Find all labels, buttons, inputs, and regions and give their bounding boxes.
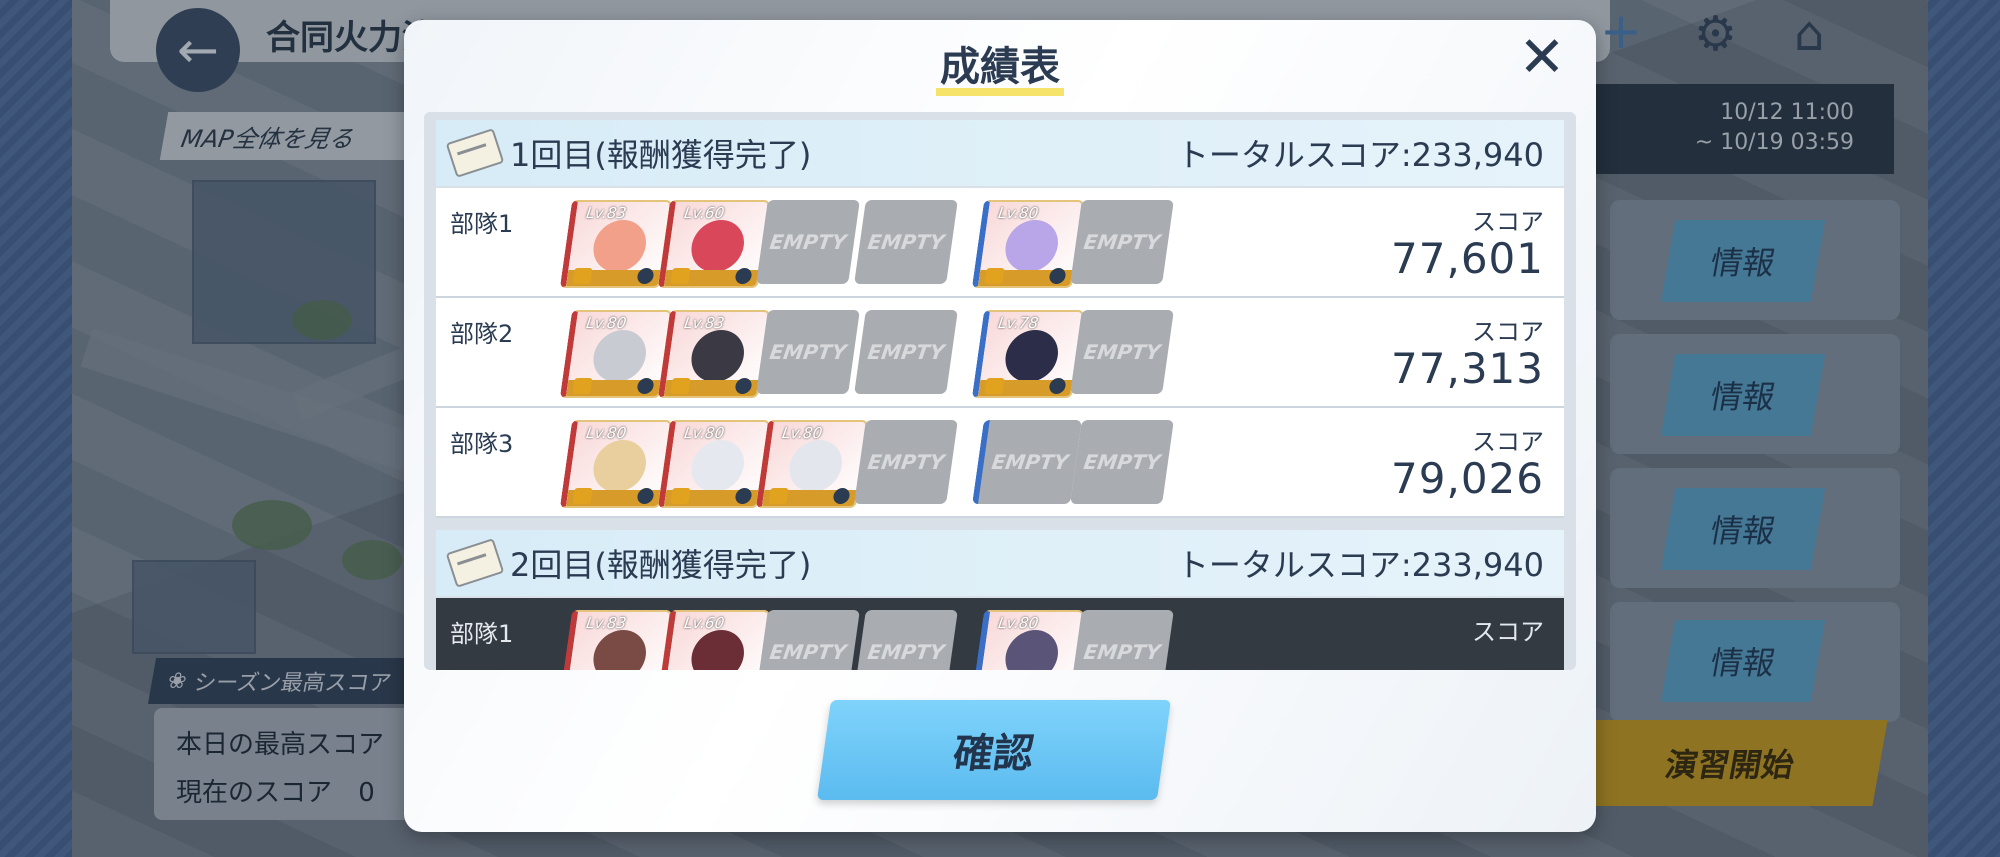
role-icon bbox=[670, 378, 691, 394]
confirm-button[interactable]: 確認 bbox=[816, 700, 1172, 800]
level-label: Lv.80 bbox=[997, 614, 1040, 632]
modal-title: 成績表 bbox=[940, 44, 1060, 90]
team-row: 部隊2 Lv.80 Lv.83 EMPTY EMPTY Lv.78 EMPTY スコア 77,3… bbox=[436, 298, 1564, 408]
empty-slot: EMPTY bbox=[1070, 200, 1174, 284]
character-portrait[interactable]: Lv.80 bbox=[971, 200, 1085, 288]
role-icon bbox=[572, 488, 593, 504]
team-score: 77,313 bbox=[1391, 344, 1544, 393]
level-label: Lv.78 bbox=[997, 314, 1040, 332]
round-header: 2回目(報酬獲得完了) トータルスコア:233,940 bbox=[436, 530, 1564, 596]
score-label: スコア bbox=[1472, 428, 1544, 456]
character-portrait[interactable]: Lv.80 bbox=[657, 420, 771, 508]
level-label: Lv.80 bbox=[997, 204, 1040, 222]
empty-slot: EMPTY bbox=[1070, 610, 1174, 670]
empty-slot: EMPTY bbox=[854, 420, 958, 504]
character-portrait[interactable]: Lv.80 bbox=[559, 310, 673, 398]
role-icon bbox=[572, 268, 593, 284]
character-face-icon bbox=[1002, 330, 1062, 382]
round-total-score: トータルスコア:233,940 bbox=[1176, 136, 1544, 174]
empty-slot: EMPTY bbox=[756, 310, 860, 394]
empty-slot: EMPTY bbox=[854, 200, 958, 284]
results-modal: 成績表 ✕ 1回目(報酬獲得完了) トータルスコア:233,940 部隊1 Lv.83… bbox=[404, 20, 1596, 832]
level-label: Lv.80 bbox=[781, 424, 824, 442]
round-total-score: トータルスコア:233,940 bbox=[1176, 546, 1544, 584]
score-label: スコア bbox=[1472, 208, 1544, 236]
level-label: Lv.83 bbox=[585, 204, 628, 222]
character-portrait[interactable]: Lv.80 bbox=[755, 420, 869, 508]
character-face-icon bbox=[688, 330, 748, 382]
character-face-icon bbox=[688, 220, 748, 272]
level-label: Lv.60 bbox=[683, 614, 726, 632]
team-name: 部隊2 bbox=[450, 320, 514, 348]
empty-slot: EMPTY bbox=[854, 610, 958, 670]
level-label: Lv.83 bbox=[585, 614, 628, 632]
character-portrait[interactable]: Lv.60 bbox=[657, 610, 771, 670]
empty-slot: EMPTY bbox=[1070, 310, 1174, 394]
empty-slot: EMPTY bbox=[1070, 420, 1174, 504]
character-face-icon bbox=[688, 630, 748, 670]
level-label: Lv.80 bbox=[683, 424, 726, 442]
role-icon bbox=[572, 378, 593, 394]
character-face-icon bbox=[1002, 220, 1062, 272]
level-label: Lv.60 bbox=[683, 204, 726, 222]
character-portrait[interactable]: Lv.60 bbox=[657, 200, 771, 288]
empty-slot: EMPTY bbox=[972, 420, 1082, 504]
round-title: 1回目(報酬獲得完了) bbox=[510, 136, 812, 174]
role-icon bbox=[670, 268, 691, 284]
level-label: Lv.80 bbox=[585, 314, 628, 332]
character-face-icon bbox=[688, 440, 748, 492]
confirm-label: 確認 bbox=[950, 731, 1037, 777]
team-name: 部隊1 bbox=[450, 620, 514, 648]
title-underline bbox=[936, 88, 1064, 96]
round-header: 1回目(報酬獲得完了) トータルスコア:233,940 bbox=[436, 120, 1564, 186]
character-portrait[interactable]: Lv.83 bbox=[559, 200, 673, 288]
character-portrait[interactable]: Lv.78 bbox=[971, 310, 1085, 398]
level-label: Lv.80 bbox=[585, 424, 628, 442]
team-name: 部隊3 bbox=[450, 430, 514, 458]
ticket-icon bbox=[445, 538, 505, 588]
role-icon bbox=[768, 488, 789, 504]
character-portrait[interactable]: Lv.83 bbox=[657, 310, 771, 398]
character-face-icon bbox=[590, 440, 650, 492]
character-face-icon bbox=[1002, 630, 1062, 670]
team-name: 部隊1 bbox=[450, 210, 514, 238]
empty-slot: EMPTY bbox=[854, 310, 958, 394]
score-label: スコア bbox=[1472, 318, 1544, 346]
character-face-icon bbox=[590, 630, 650, 670]
character-face-icon bbox=[786, 440, 846, 492]
team-score: 79,026 bbox=[1391, 454, 1544, 503]
ticket-icon bbox=[445, 128, 505, 178]
team-row: 部隊1 Lv.83 Lv.60 EMPTY EMPTY Lv.80 EMPTY スコア bbox=[436, 598, 1564, 670]
team-score: 77,601 bbox=[1391, 234, 1544, 283]
round-title: 2回目(報酬獲得完了) bbox=[510, 546, 812, 584]
role-icon bbox=[984, 268, 1005, 284]
team-row: 部隊1 Lv.83 Lv.60 EMPTY EMPTY Lv.80 EMPTY スコア 77,6… bbox=[436, 188, 1564, 298]
score-label: スコア bbox=[1472, 618, 1544, 646]
role-icon bbox=[670, 488, 691, 504]
role-icon bbox=[984, 378, 1005, 394]
results-list[interactable]: 1回目(報酬獲得完了) トータルスコア:233,940 部隊1 Lv.83 Lv.60 E… bbox=[424, 112, 1576, 670]
character-portrait[interactable]: Lv.83 bbox=[559, 610, 673, 670]
team-row: 部隊3 Lv.80 Lv.80 Lv.80 EMPTY EMPTY EMPTY スコア 79,0… bbox=[436, 408, 1564, 518]
character-face-icon bbox=[590, 330, 650, 382]
level-label: Lv.83 bbox=[683, 314, 726, 332]
character-portrait[interactable]: Lv.80 bbox=[971, 610, 1085, 670]
character-portrait[interactable]: Lv.80 bbox=[559, 420, 673, 508]
close-icon[interactable]: ✕ bbox=[1516, 30, 1568, 88]
character-face-icon bbox=[590, 220, 650, 272]
empty-slot: EMPTY bbox=[756, 200, 860, 284]
empty-slot: EMPTY bbox=[756, 610, 860, 670]
